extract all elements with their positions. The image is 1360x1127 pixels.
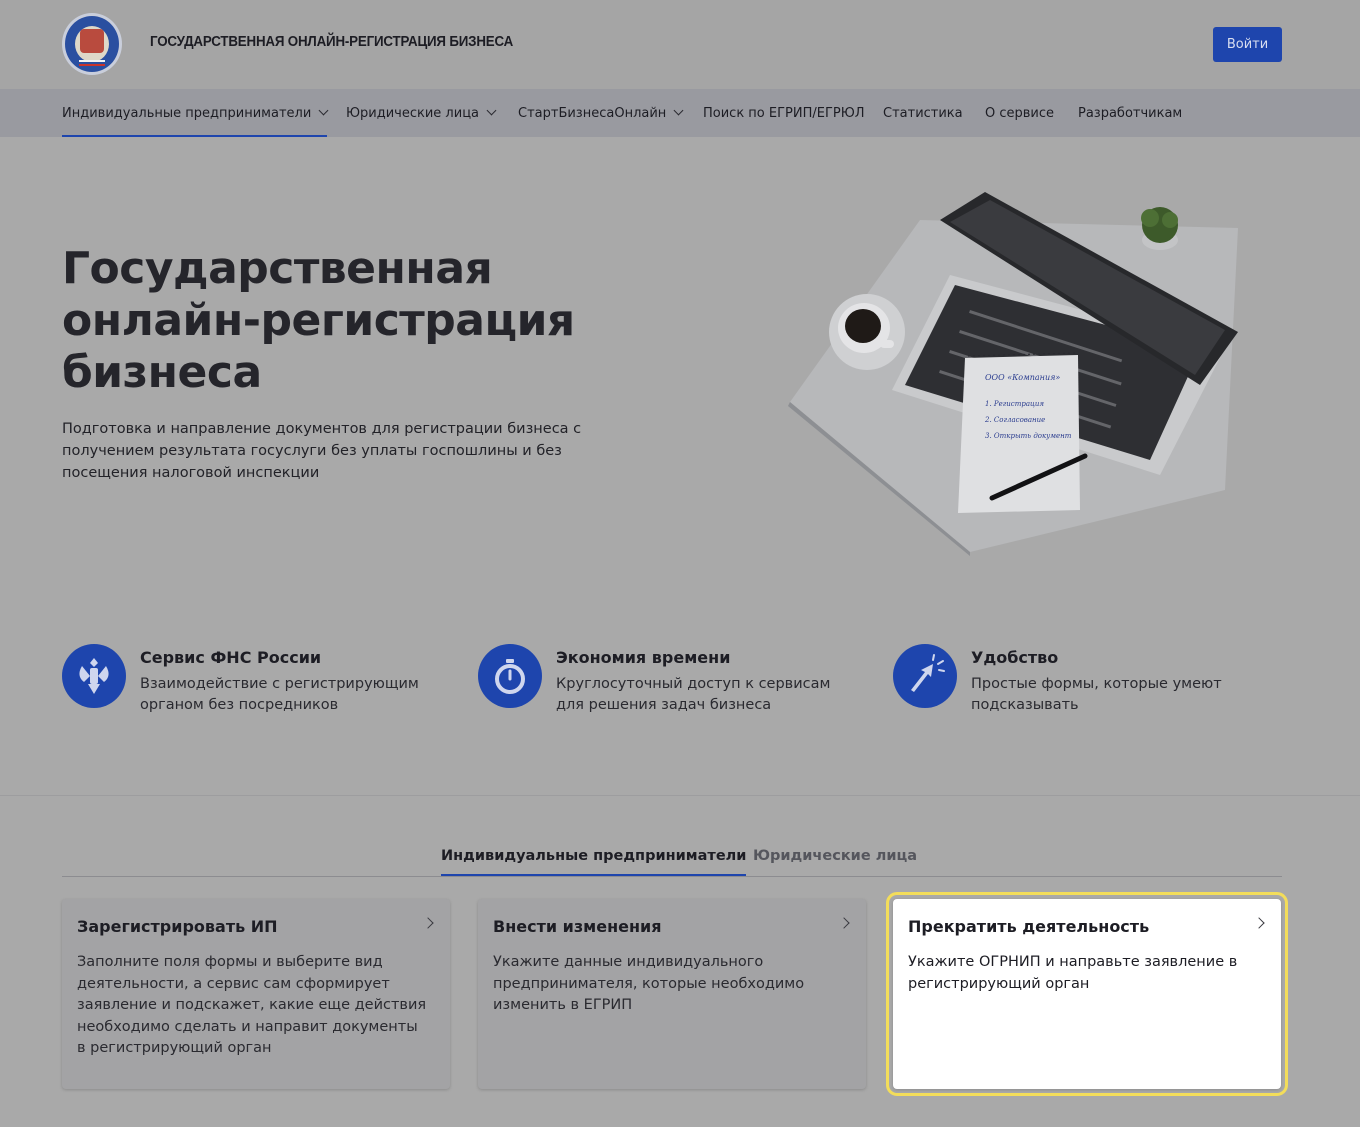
card-description: Заполните поля формы и выберите вид деят…	[77, 954, 427, 1056]
nav-item-label: О сервисе	[985, 105, 1055, 121]
feature-description: Круглосуточный доступ к сервисам для реш…	[556, 676, 831, 713]
nav-item-individual-entrepreneurs[interactable]: Индивидуальные предприниматели	[62, 89, 329, 137]
nav-item-label: Поиск по ЕГРИП/ЕГРЮЛ	[703, 105, 865, 121]
chevron-right-icon	[1253, 917, 1265, 929]
notepad-line: 2. Согласование	[984, 416, 1045, 424]
chevron-right-icon	[422, 917, 434, 929]
nav-item-label: Юридические лица	[346, 105, 480, 121]
nav-item-label: Статистика	[883, 105, 963, 121]
hero-title-line: Государственная	[62, 243, 493, 294]
main-navigation: Индивидуальные предприниматели Юридическ…	[0, 89, 1360, 137]
card-title: Прекратить деятельность	[908, 917, 1150, 936]
fns-logo-icon[interactable]	[62, 13, 122, 75]
chevron-down-icon	[486, 105, 497, 116]
notepad-line: ООО «Компания»	[985, 373, 1060, 382]
nav-item-search-registry[interactable]: Поиск по ЕГРИП/ЕГРЮЛ	[703, 89, 865, 137]
tab-legal-entities[interactable]: Юридические лица	[753, 848, 917, 864]
service-tabs: Индивидуальные предприниматели Юридическ…	[62, 840, 1282, 877]
laptop-desk-illustration: ООО «Компания» 1. Регистрация 2. Согласо…	[788, 192, 1238, 556]
hero-subtitle: Подготовка и направление документов для …	[62, 421, 582, 481]
chevron-right-icon	[838, 917, 850, 929]
hero-title: Государственная онлайн-регистрация бизне…	[62, 243, 575, 399]
nav-item-about[interactable]: О сервисе	[985, 89, 1054, 137]
cursor-click-icon	[893, 644, 957, 708]
hero-title-line: бизнеса	[62, 347, 262, 398]
nav-item-label: СтартБизнесаОнлайн	[518, 105, 667, 121]
card-title: Внести изменения	[493, 917, 662, 936]
nav-item-legal-entities[interactable]: Юридические лица	[346, 89, 497, 137]
nav-item-label: Разработчикам	[1078, 105, 1183, 121]
feature-description: Взаимодействие с регистрирующим органом …	[140, 676, 419, 713]
notepad-line: 1. Регистрация	[985, 400, 1044, 408]
stopwatch-icon	[478, 644, 542, 708]
card-description: Укажите данные индивидуального предприни…	[493, 954, 805, 1013]
feature-title: Удобство	[971, 648, 1059, 667]
nav-item-start-business-online[interactable]: СтартБизнесаОнлайн	[518, 89, 684, 137]
eagle-emblem-icon	[62, 644, 126, 708]
card-terminate-activity[interactable]: Прекратить деятельность Укажите ОГРНИП и…	[886, 892, 1288, 1096]
chevron-down-icon	[318, 105, 329, 116]
card-make-changes[interactable]: Внести изменения Укажите данные индивиду…	[478, 899, 866, 1089]
nav-item-statistics[interactable]: Статистика	[883, 89, 963, 137]
hero-title-line: онлайн-регистрация	[62, 295, 575, 346]
feature-description: Простые формы, которые умеют подсказыват…	[971, 676, 1222, 713]
card-register-ip[interactable]: Зарегистрировать ИП Заполните поля формы…	[62, 899, 450, 1089]
card-title: Зарегистрировать ИП	[77, 917, 278, 936]
notepad-line: 3. Открыть документ	[985, 432, 1072, 440]
nav-item-developers[interactable]: Разработчикам	[1078, 89, 1182, 137]
site-header: ГОСУДАРСТВЕННАЯ ОНЛАЙН-РЕГИСТРАЦИЯ БИЗНЕ…	[0, 0, 1360, 89]
plant-icon	[1141, 207, 1178, 250]
login-button[interactable]: Войти	[1213, 27, 1282, 62]
feature-title: Сервис ФНС России	[140, 648, 322, 667]
notepad-icon: ООО «Компания» 1. Регистрация 2. Согласо…	[958, 352, 1088, 513]
logo-eagle-icon	[80, 29, 104, 53]
tab-individual-entrepreneurs[interactable]: Индивидуальные предприниматели	[441, 848, 747, 876]
section-divider	[0, 795, 1360, 796]
coffee-cup-icon	[829, 294, 905, 370]
site-brand-title[interactable]: ГОСУДАРСТВЕННАЯ ОНЛАЙН-РЕГИСТРАЦИЯ БИЗНЕ…	[150, 34, 513, 50]
chevron-down-icon	[673, 105, 684, 116]
feature-title: Экономия времени	[556, 648, 731, 667]
logo-flag-ribbon	[79, 60, 105, 66]
nav-item-label: Индивидуальные предприниматели	[62, 105, 312, 121]
card-description: Укажите ОГРНИП и направьте заявление в р…	[908, 954, 1238, 992]
